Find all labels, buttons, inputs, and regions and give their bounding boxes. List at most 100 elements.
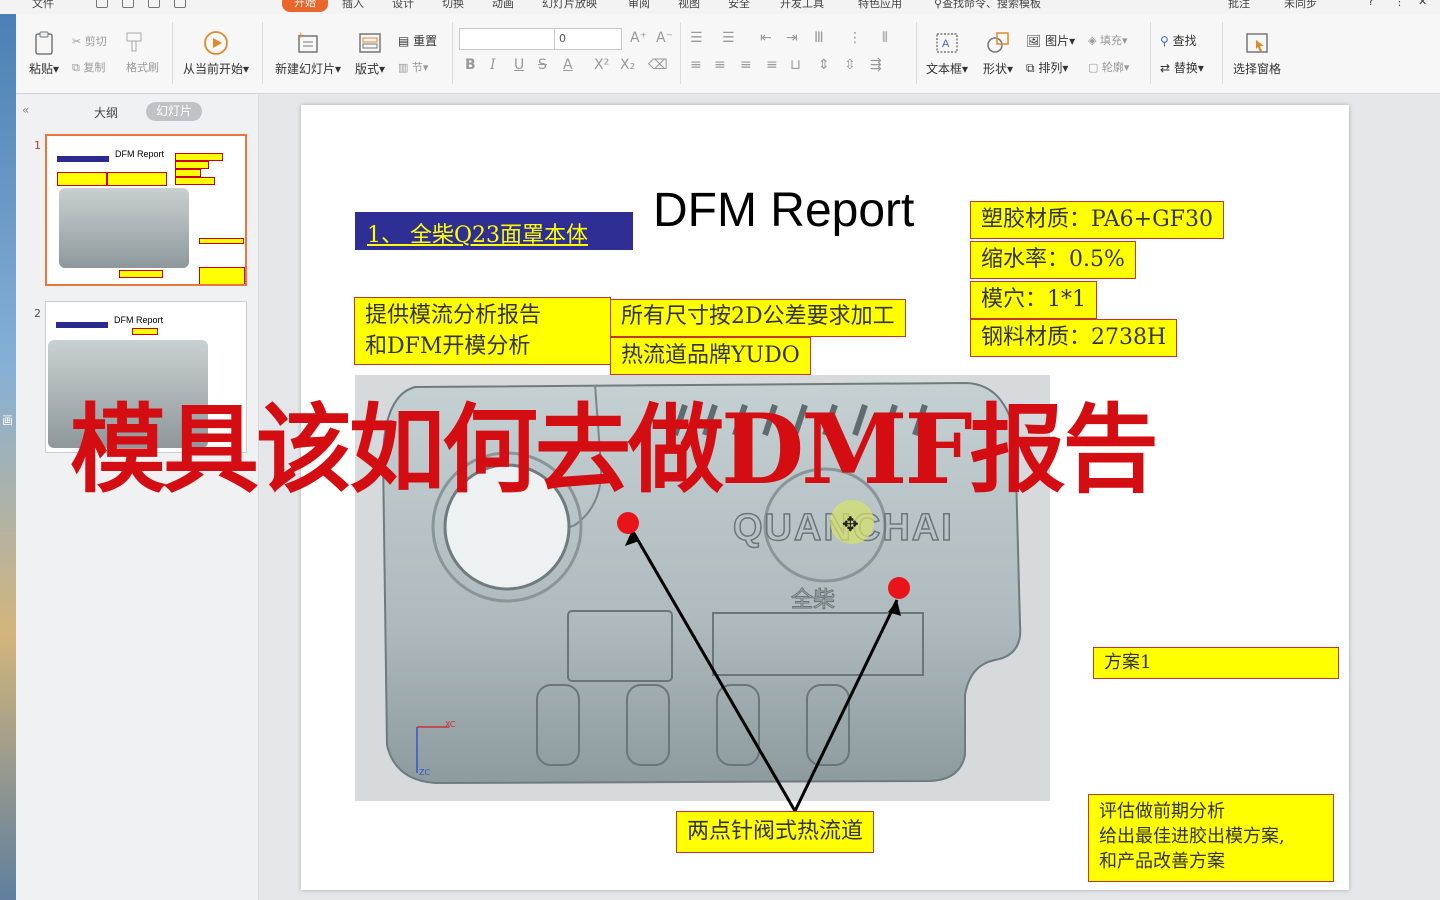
increase-indent-icon[interactable]: ⇥: [786, 30, 798, 46]
thumbnail-number: 1: [34, 139, 41, 152]
clear-format-icon[interactable]: ⌫: [648, 57, 668, 73]
reset-icon: ▤: [398, 34, 410, 48]
tab-insert[interactable]: 插入: [342, 0, 364, 11]
thumb-title: DFM Report: [114, 315, 164, 325]
tab-review[interactable]: 审阅: [628, 0, 650, 11]
text-direction-icon[interactable]: Ⅲ: [814, 30, 824, 46]
search-icon: ⚲: [934, 0, 943, 10]
font-color-icon[interactable]: A: [563, 57, 573, 73]
sync-status[interactable]: 未同步: [1284, 0, 1317, 11]
replace-button[interactable]: ⇄ 替换▾: [1160, 59, 1204, 76]
format-painter-icon[interactable]: [124, 31, 144, 56]
video-title-overlay: 模具该如何去做DMF报告: [70, 393, 1159, 506]
underline-icon[interactable]: U: [514, 57, 524, 73]
subscript-icon[interactable]: X₂: [620, 57, 635, 73]
hot-runner-label[interactable]: 两点针阀式热流道: [676, 811, 875, 853]
thumb-image: [59, 188, 189, 268]
picture-button[interactable]: 🖼 图片▾: [1026, 32, 1075, 49]
numbering-icon[interactable]: ☰: [722, 30, 735, 46]
paste-button[interactable]: 粘贴▾: [14, 30, 74, 77]
line-spacing-icon[interactable]: ⋮: [848, 30, 862, 46]
tab-view[interactable]: 视图: [678, 0, 700, 11]
close-icon[interactable]: ✕: [1418, 0, 1427, 8]
align-left-icon[interactable]: ≡: [690, 57, 702, 73]
align-right-icon[interactable]: ≡: [740, 57, 752, 73]
fill-icon: ◈: [1088, 34, 1097, 47]
strikethrough-icon[interactable]: S: [538, 57, 547, 73]
smartart-icon[interactable]: ⇶: [870, 57, 882, 73]
thumb-title: DFM Report: [115, 149, 165, 159]
font-name-select[interactable]: [459, 28, 555, 50]
divider: [262, 22, 263, 84]
scissors-icon: ✂: [72, 35, 82, 48]
tab-transitions[interactable]: 切换: [442, 0, 464, 11]
desktop-edge: 画: [0, 14, 16, 900]
justify-icon[interactable]: ≡: [766, 57, 778, 73]
bullets-icon[interactable]: ☰: [690, 30, 703, 46]
more-icon[interactable]: ⋮: [1394, 0, 1405, 8]
format-painter-button[interactable]: 格式刷: [126, 59, 159, 75]
arrange-icon: ⧉: [1026, 61, 1035, 75]
align-center-icon[interactable]: ≡: [714, 57, 726, 73]
decrease-indent-icon[interactable]: ⇤: [760, 30, 772, 46]
textbox-button[interactable]: A 文本框▾: [922, 30, 972, 77]
help-icon[interactable]: ?: [1368, 0, 1374, 8]
tab-outline[interactable]: 大纲: [94, 104, 118, 121]
new-slide-button[interactable]: + 新建幻灯片▾: [270, 30, 346, 77]
svg-text:+: +: [297, 31, 305, 41]
tab-developer[interactable]: 开发工具: [780, 0, 824, 11]
tab-slides[interactable]: 幻灯片: [146, 102, 202, 121]
collapse-pane-icon[interactable]: «: [22, 103, 29, 117]
copy-button[interactable]: ⧉ 复制: [72, 59, 105, 75]
find-button[interactable]: ⚲ 查找: [1160, 32, 1197, 49]
print-icon[interactable]: [148, 0, 160, 8]
layout-button[interactable]: 版式▾: [352, 30, 388, 77]
tab-slideshow[interactable]: 幻灯片放映: [542, 0, 597, 11]
play-from-current-button[interactable]: 从当前开始▾: [180, 30, 252, 77]
fill-button[interactable]: ◈ 填充▾: [1088, 32, 1128, 48]
thumbnail-number: 2: [34, 307, 41, 320]
paragraph-spacing-icon[interactable]: ⇳: [844, 57, 856, 73]
slide-thumbnail-1[interactable]: DFM Report: [45, 134, 247, 286]
shape-button[interactable]: 形状▾: [978, 30, 1018, 77]
menu-bar: 文件 开始 插入 设计 切换 动画 幻灯片放映 审阅 视图 安全 开发工具 特色…: [0, 0, 1440, 14]
distribute-icon[interactable]: ⊔: [790, 57, 801, 73]
superscript-icon[interactable]: X²: [594, 57, 609, 73]
tab-special-apps[interactable]: 特色应用: [858, 0, 902, 11]
arrange-button[interactable]: ⧉ 排列▾: [1026, 59, 1068, 76]
search-command-input[interactable]: ⚲查找命令、搜索模板: [934, 0, 1041, 11]
grow-font-icon[interactable]: A⁺: [630, 30, 647, 46]
divider: [680, 22, 681, 84]
undo-icon[interactable]: [122, 0, 134, 8]
comment-button[interactable]: 批注: [1228, 0, 1250, 11]
arrow-line-1: [630, 529, 797, 812]
preview-icon[interactable]: [174, 0, 186, 8]
plan-label[interactable]: 方案1: [1093, 647, 1339, 679]
font-size-select[interactable]: 0: [554, 28, 622, 50]
search-icon: ⚲: [1160, 34, 1169, 48]
gate-point-2[interactable]: [888, 577, 910, 599]
file-menu[interactable]: 文件: [32, 0, 54, 11]
vertical-align-icon[interactable]: ⇕: [818, 57, 830, 73]
svg-text:A: A: [942, 38, 950, 50]
section-button[interactable]: ▥ 节▾: [398, 59, 428, 75]
selection-pane-button[interactable]: 选择窗格: [1228, 30, 1286, 77]
outline-button[interactable]: ▢ 轮廓▾: [1088, 59, 1129, 75]
bold-icon[interactable]: B: [465, 57, 476, 73]
columns-icon[interactable]: ⫴: [882, 30, 888, 46]
italic-icon[interactable]: I: [490, 57, 496, 73]
shrink-font-icon[interactable]: A⁻: [656, 30, 673, 46]
new-slide-icon: +: [297, 31, 318, 53]
reset-button[interactable]: ▤ 重置: [398, 32, 437, 49]
tab-design[interactable]: 设计: [392, 0, 414, 11]
tab-home[interactable]: 开始: [282, 0, 328, 12]
selection-pane-icon: [1246, 33, 1268, 53]
tab-animation[interactable]: 动画: [492, 0, 514, 11]
cut-button[interactable]: ✂ 剪切: [72, 33, 107, 49]
divider: [172, 22, 173, 84]
tab-security[interactable]: 安全: [728, 0, 750, 11]
save-icon[interactable]: [96, 0, 108, 8]
gate-point-1[interactable]: [617, 512, 639, 534]
clipboard-icon: [35, 31, 53, 55]
evaluation-box[interactable]: 评估做前期分析 给出最佳进胶出模方案, 和产品改善方案: [1088, 794, 1334, 882]
